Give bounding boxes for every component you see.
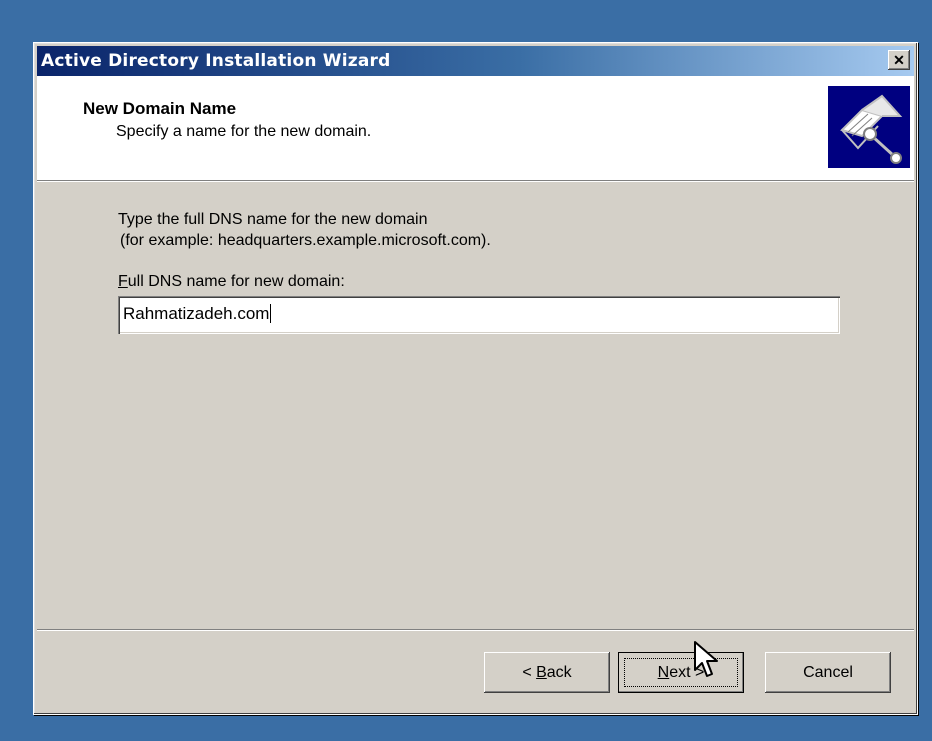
cancel-button-label: Cancel [803, 663, 853, 681]
footer-divider-highlight [37, 630, 914, 631]
cancel-button[interactable]: Cancel [765, 652, 891, 693]
back-button-accel: B [536, 663, 547, 681]
close-button[interactable]: ✕ [888, 50, 910, 70]
book-wrench-icon [828, 86, 910, 168]
label-text: ull DNS name for new domain: [127, 273, 345, 290]
header-divider [37, 181, 914, 182]
wizard-header: New Domain Name Specify a name for the n… [37, 76, 914, 181]
page-title: New Domain Name [83, 99, 237, 118]
text-caret [270, 304, 272, 323]
page-subtitle: Specify a name for the new domain. [116, 123, 372, 140]
mouse-pointer-icon [693, 640, 721, 685]
next-button[interactable]: Next > [618, 652, 744, 693]
dns-name-input[interactable]: Rahmatizadeh.com [118, 296, 840, 334]
window-title: Active Directory Installation Wizard [41, 51, 391, 71]
dns-field-label: Full DNS name for new domain: [118, 273, 345, 291]
instruction-line-2: (for example: headquarters.example.micro… [120, 232, 491, 249]
back-button-label: ack [546, 663, 572, 681]
label-accelerator: F [118, 273, 128, 290]
close-icon: ✕ [893, 52, 905, 68]
wizard-window: Active Directory Installation Wizard ✕ N… [33, 42, 918, 715]
dns-name-value: Rahmatizadeh.com [123, 304, 270, 323]
instruction-line-1: Type the full DNS name for the new domai… [118, 211, 428, 228]
back-button-prefix: < [522, 663, 537, 681]
title-bar[interactable]: Active Directory Installation Wizard ✕ [37, 46, 914, 76]
back-button[interactable]: < Back [484, 652, 610, 693]
